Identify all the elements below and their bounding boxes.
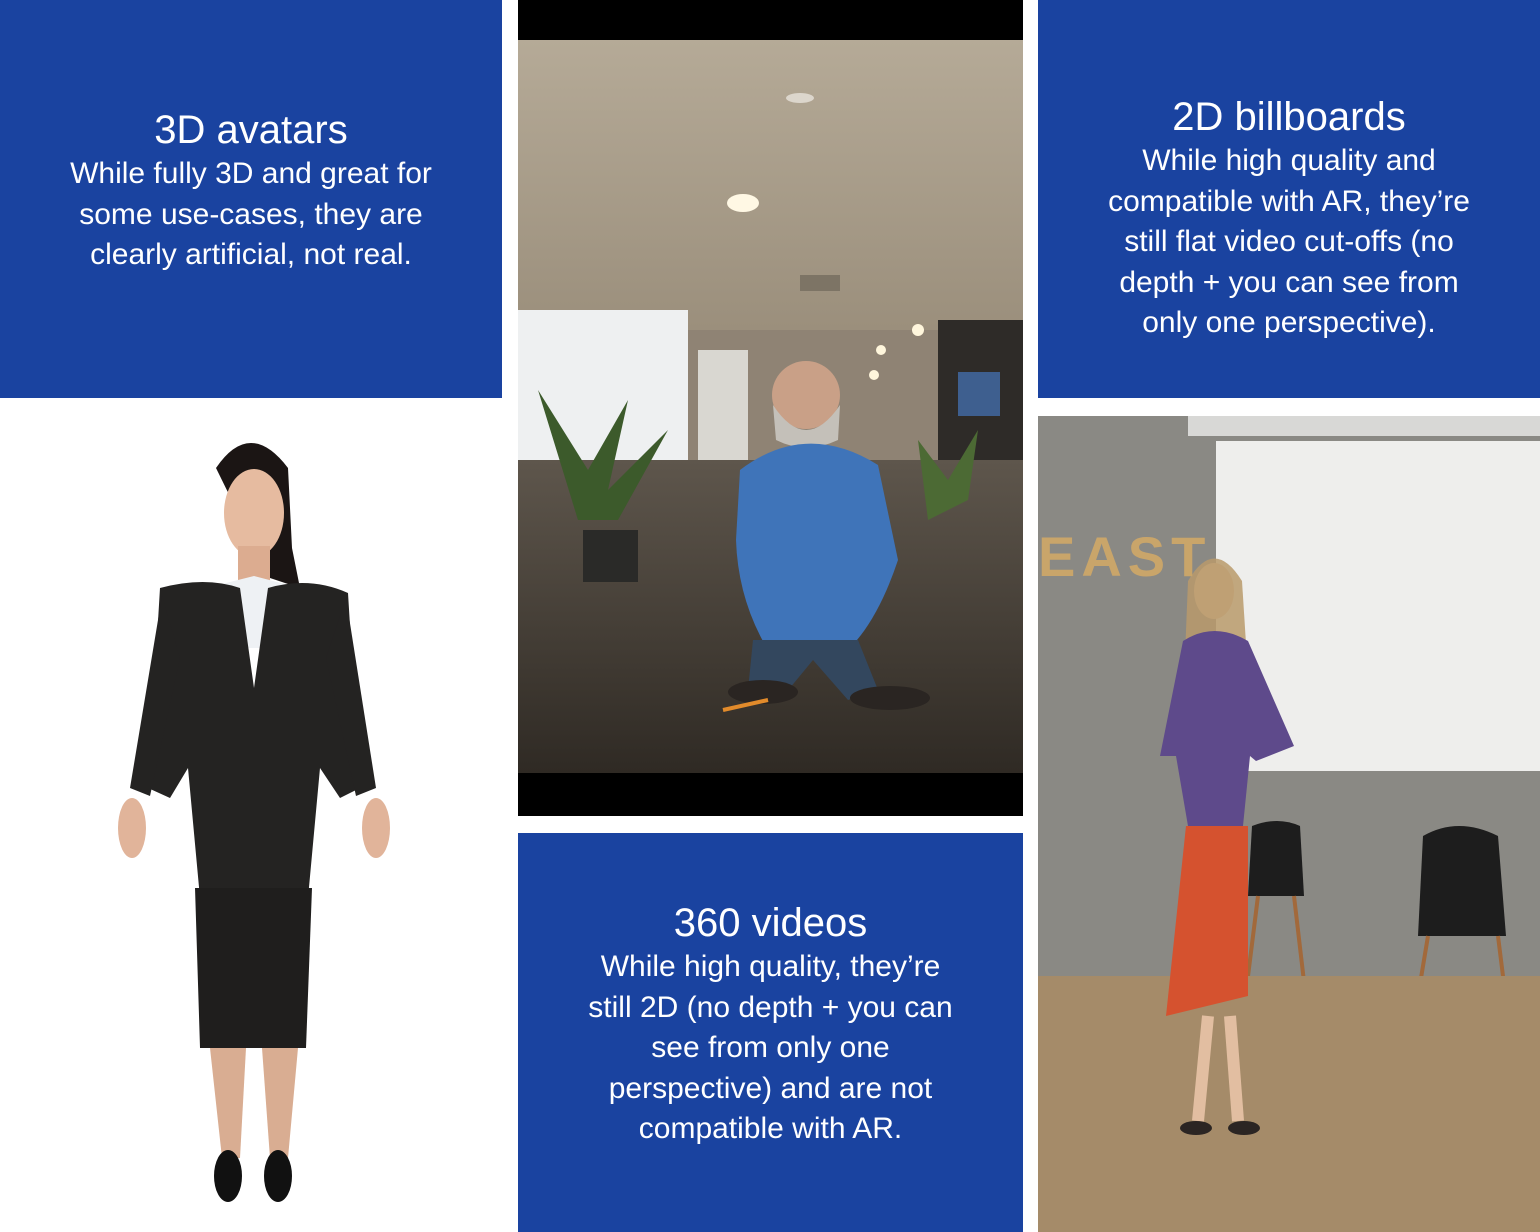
billboard-image: EAST xyxy=(1038,416,1540,1232)
video-360-image xyxy=(518,0,1023,816)
videos360-description: While high quality, they’re still 2D (no… xyxy=(588,950,953,1145)
stage-sign: EAST xyxy=(1038,525,1212,588)
videos360-text-panel: 360 videos While high quality, they’re s… xyxy=(518,833,1023,1232)
videos360-title: 360 videos xyxy=(673,901,868,945)
billboards-description: While high quality and compatible with A… xyxy=(1108,144,1470,339)
avatars-title: 3D avatars xyxy=(154,108,348,152)
avatar-image xyxy=(0,398,502,1232)
billboards-text-panel: 2D billboards While high quality and com… xyxy=(1038,0,1540,398)
avatar-illustration xyxy=(118,443,390,1202)
billboards-title: 2D billboards xyxy=(1172,95,1406,139)
video-360-illustration xyxy=(518,0,1023,816)
avatars-description: While fully 3D and great for some use-ca… xyxy=(70,157,432,271)
avatars-text-panel: 3D avatars While fully 3D and great for … xyxy=(0,0,502,398)
